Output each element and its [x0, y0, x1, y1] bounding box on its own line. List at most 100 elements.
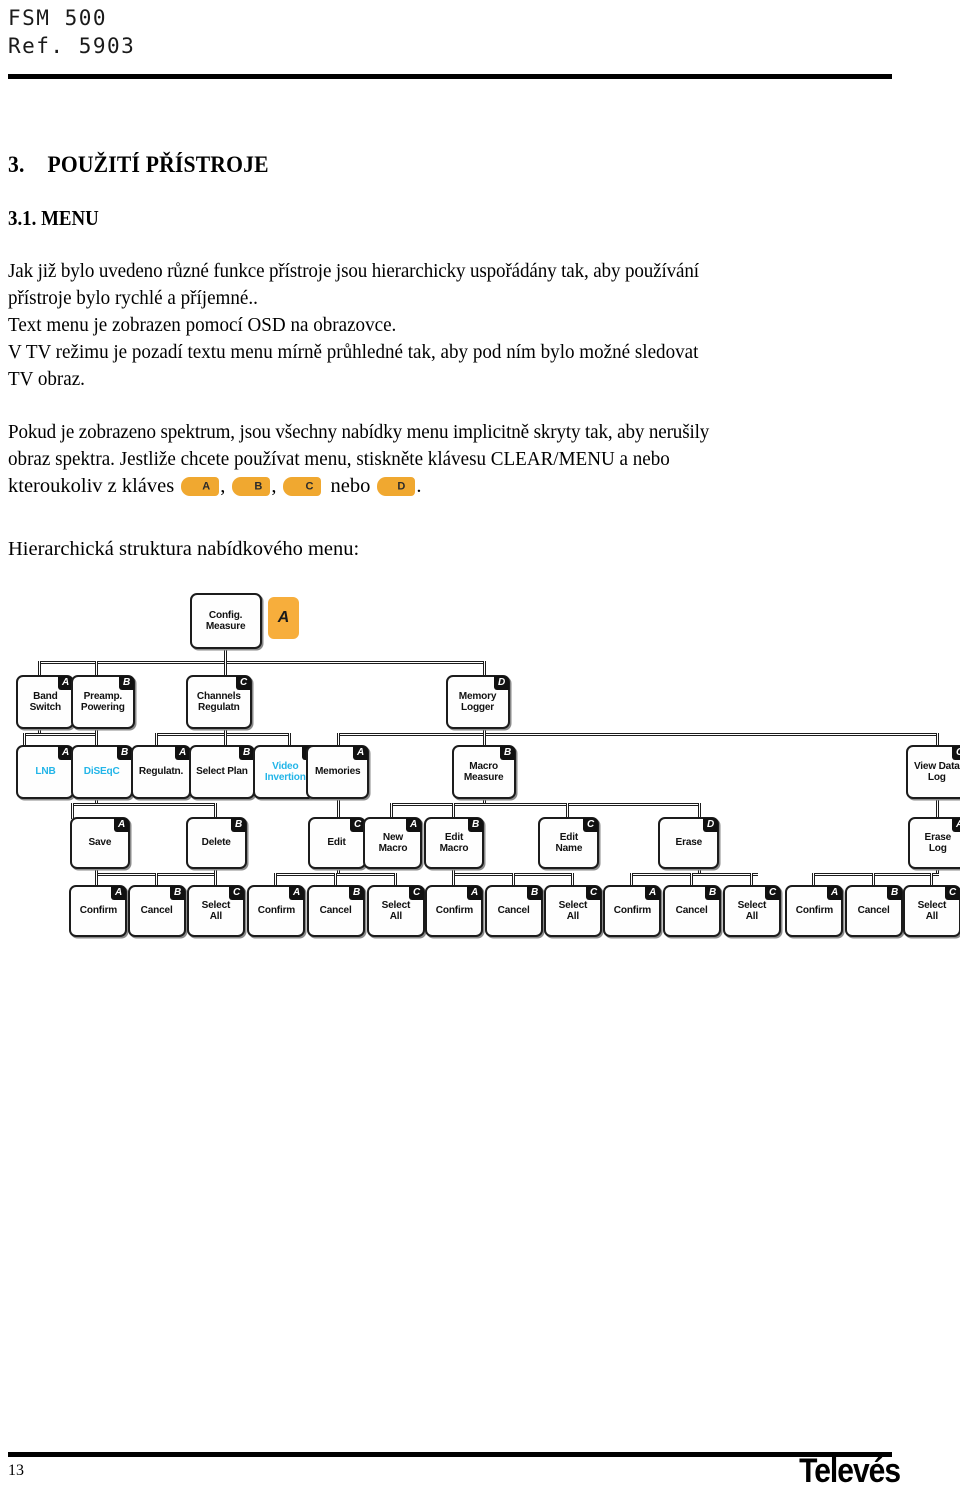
header-rule	[8, 74, 892, 79]
node-macro-measure[interactable]: Macro Measure B	[452, 745, 516, 799]
node-label-line2: Regulatn	[198, 701, 240, 713]
node-key-badge: B	[527, 886, 542, 900]
node-select-all[interactable]: Select All C	[187, 885, 245, 937]
paragraph-line: přístroje bylo rychlé a příjemné..	[8, 287, 258, 309]
node-label: Select All	[557, 898, 589, 923]
node-select-all[interactable]: Select All C	[903, 885, 960, 937]
node-confirm[interactable]: Confirm A	[69, 885, 127, 937]
node-cancel[interactable]: Cancel B	[845, 885, 903, 937]
header-reference: Ref. 5903	[8, 34, 136, 58]
node-label-line1: Cancel	[141, 904, 173, 917]
node-confirm[interactable]: Confirm A	[247, 885, 305, 937]
node-label: Confirm	[793, 905, 834, 917]
node-key-badge: C	[952, 746, 960, 760]
node-key-badge: A	[111, 886, 126, 900]
node-label-line2: Measure	[206, 620, 246, 632]
node-label-line2: Measure	[464, 771, 504, 783]
node-label-line2: All	[925, 910, 939, 922]
node-label: Confirm	[77, 905, 118, 917]
node-label-line1: Edit	[327, 836, 347, 849]
node-edit[interactable]: Edit C	[308, 817, 366, 869]
key-b-button[interactable]: B	[232, 477, 271, 496]
keys-intro-text: kteroukoliv z kláves	[8, 475, 175, 497]
node-confirm[interactable]: Confirm A	[603, 885, 661, 937]
node-preamp-powering[interactable]: Preamp. Powering B	[71, 675, 135, 729]
node-label: Erase Log	[923, 830, 953, 855]
node-label: Cancel	[496, 905, 532, 917]
key-a-label: A	[202, 480, 211, 492]
node-cancel[interactable]: Cancel B	[663, 885, 721, 937]
node-label-line2: All	[389, 910, 403, 922]
node-label-line2: All	[566, 910, 580, 922]
node-config-measure[interactable]: Config. Measure	[190, 593, 262, 649]
node-view-data-log[interactable]: View Data Log C	[906, 745, 960, 799]
node-label-line1: Cancel	[498, 904, 530, 917]
node-erase-log[interactable]: Erase Log A	[908, 817, 960, 869]
key-d-button[interactable]: D	[377, 477, 416, 496]
node-label-line1: Select Plan	[196, 765, 248, 778]
node-label-line2: Log	[929, 842, 947, 854]
node-label: Cancel	[318, 905, 354, 917]
node-label-line1: Delete	[201, 836, 232, 849]
node-label-line1: Video	[272, 759, 299, 772]
node-label-line1: Confirm	[795, 904, 833, 917]
node-memories[interactable]: Memories A	[306, 745, 369, 799]
node-label-line1: Regulatn.	[138, 765, 184, 778]
node-confirm[interactable]: Confirm A	[425, 885, 483, 937]
document-page: FSM 500 Ref. 5903 3. POUŽITÍ PŘÍSTROJE 3.…	[0, 0, 960, 1490]
node-regulatn[interactable]: Regulatn. A	[131, 745, 191, 799]
node-channels-regulatn[interactable]: Channels Regulatn C	[186, 675, 252, 729]
node-key-badge: A	[289, 886, 304, 900]
node-label-line1: Erase	[924, 830, 952, 843]
node-confirm[interactable]: Confirm A	[785, 885, 843, 937]
node-label-line2: All	[745, 910, 759, 922]
node-label-line1: New	[382, 830, 403, 843]
node-save[interactable]: Save A	[70, 817, 130, 869]
node-label: Edit Name	[553, 831, 584, 855]
node-diseqc[interactable]: DiSEqC B	[71, 745, 133, 799]
node-cancel[interactable]: Cancel B	[485, 885, 543, 937]
node-key-badge: A	[406, 818, 421, 832]
node-label-line1: Cancel	[676, 904, 708, 917]
node-label: Edit	[326, 837, 348, 849]
node-cancel[interactable]: Cancel B	[307, 885, 365, 937]
node-label: Select All	[736, 899, 768, 923]
node-band-switch[interactable]: Band Switch A	[16, 675, 74, 729]
node-label: Memory Logger	[457, 690, 498, 714]
paragraph-line: obraz spektra. Jestliže chcete používat …	[8, 448, 670, 470]
node-key-badge: B	[500, 746, 515, 760]
node-new-macro[interactable]: New Macro A	[363, 817, 422, 869]
key-a-button[interactable]: A	[181, 477, 220, 496]
node-select-plan[interactable]: Select Plan B	[189, 745, 255, 799]
node-label: New Macro	[376, 830, 409, 855]
node-label: Regulatn.	[137, 766, 185, 778]
node-cancel[interactable]: Cancel B	[128, 885, 186, 937]
node-key-badge: A	[175, 746, 190, 760]
node-edit-macro[interactable]: Edit Macro B	[424, 817, 484, 869]
keys-or-text: nebo	[330, 475, 371, 497]
node-select-all[interactable]: Select All C	[723, 885, 781, 937]
node-label-line1: LNB	[34, 765, 56, 778]
node-label-line1: Confirm	[79, 904, 117, 917]
node-delete[interactable]: Delete B	[186, 817, 247, 869]
node-memory-logger[interactable]: Memory Logger D	[446, 675, 510, 729]
connector-horizontal	[38, 661, 486, 664]
node-label-line1: Select	[558, 898, 588, 911]
key-c-button[interactable]: C	[283, 477, 322, 496]
node-key-badge: B	[705, 886, 720, 900]
diagram-caption: Hierarchická struktura nabídkového menu:	[8, 538, 360, 560]
node-label-line1: Cancel	[858, 904, 890, 917]
node-lnb[interactable]: LNB A	[16, 745, 74, 799]
node-key-badge: B	[468, 818, 483, 832]
footer-rule	[8, 1452, 892, 1457]
node-select-all[interactable]: Select All C	[544, 885, 602, 937]
node-select-all[interactable]: Select All C	[367, 885, 425, 937]
node-label-line1: Select	[381, 898, 411, 911]
node-label: Select All	[380, 898, 412, 923]
paragraph-line: TV obraz.	[8, 368, 85, 390]
node-edit-name[interactable]: Edit Name C	[538, 817, 599, 869]
node-label: Cancel	[856, 905, 892, 917]
key-chip-a: A	[268, 597, 299, 639]
node-label-line1: Confirm	[613, 904, 651, 917]
node-erase[interactable]: Erase D	[658, 817, 719, 869]
